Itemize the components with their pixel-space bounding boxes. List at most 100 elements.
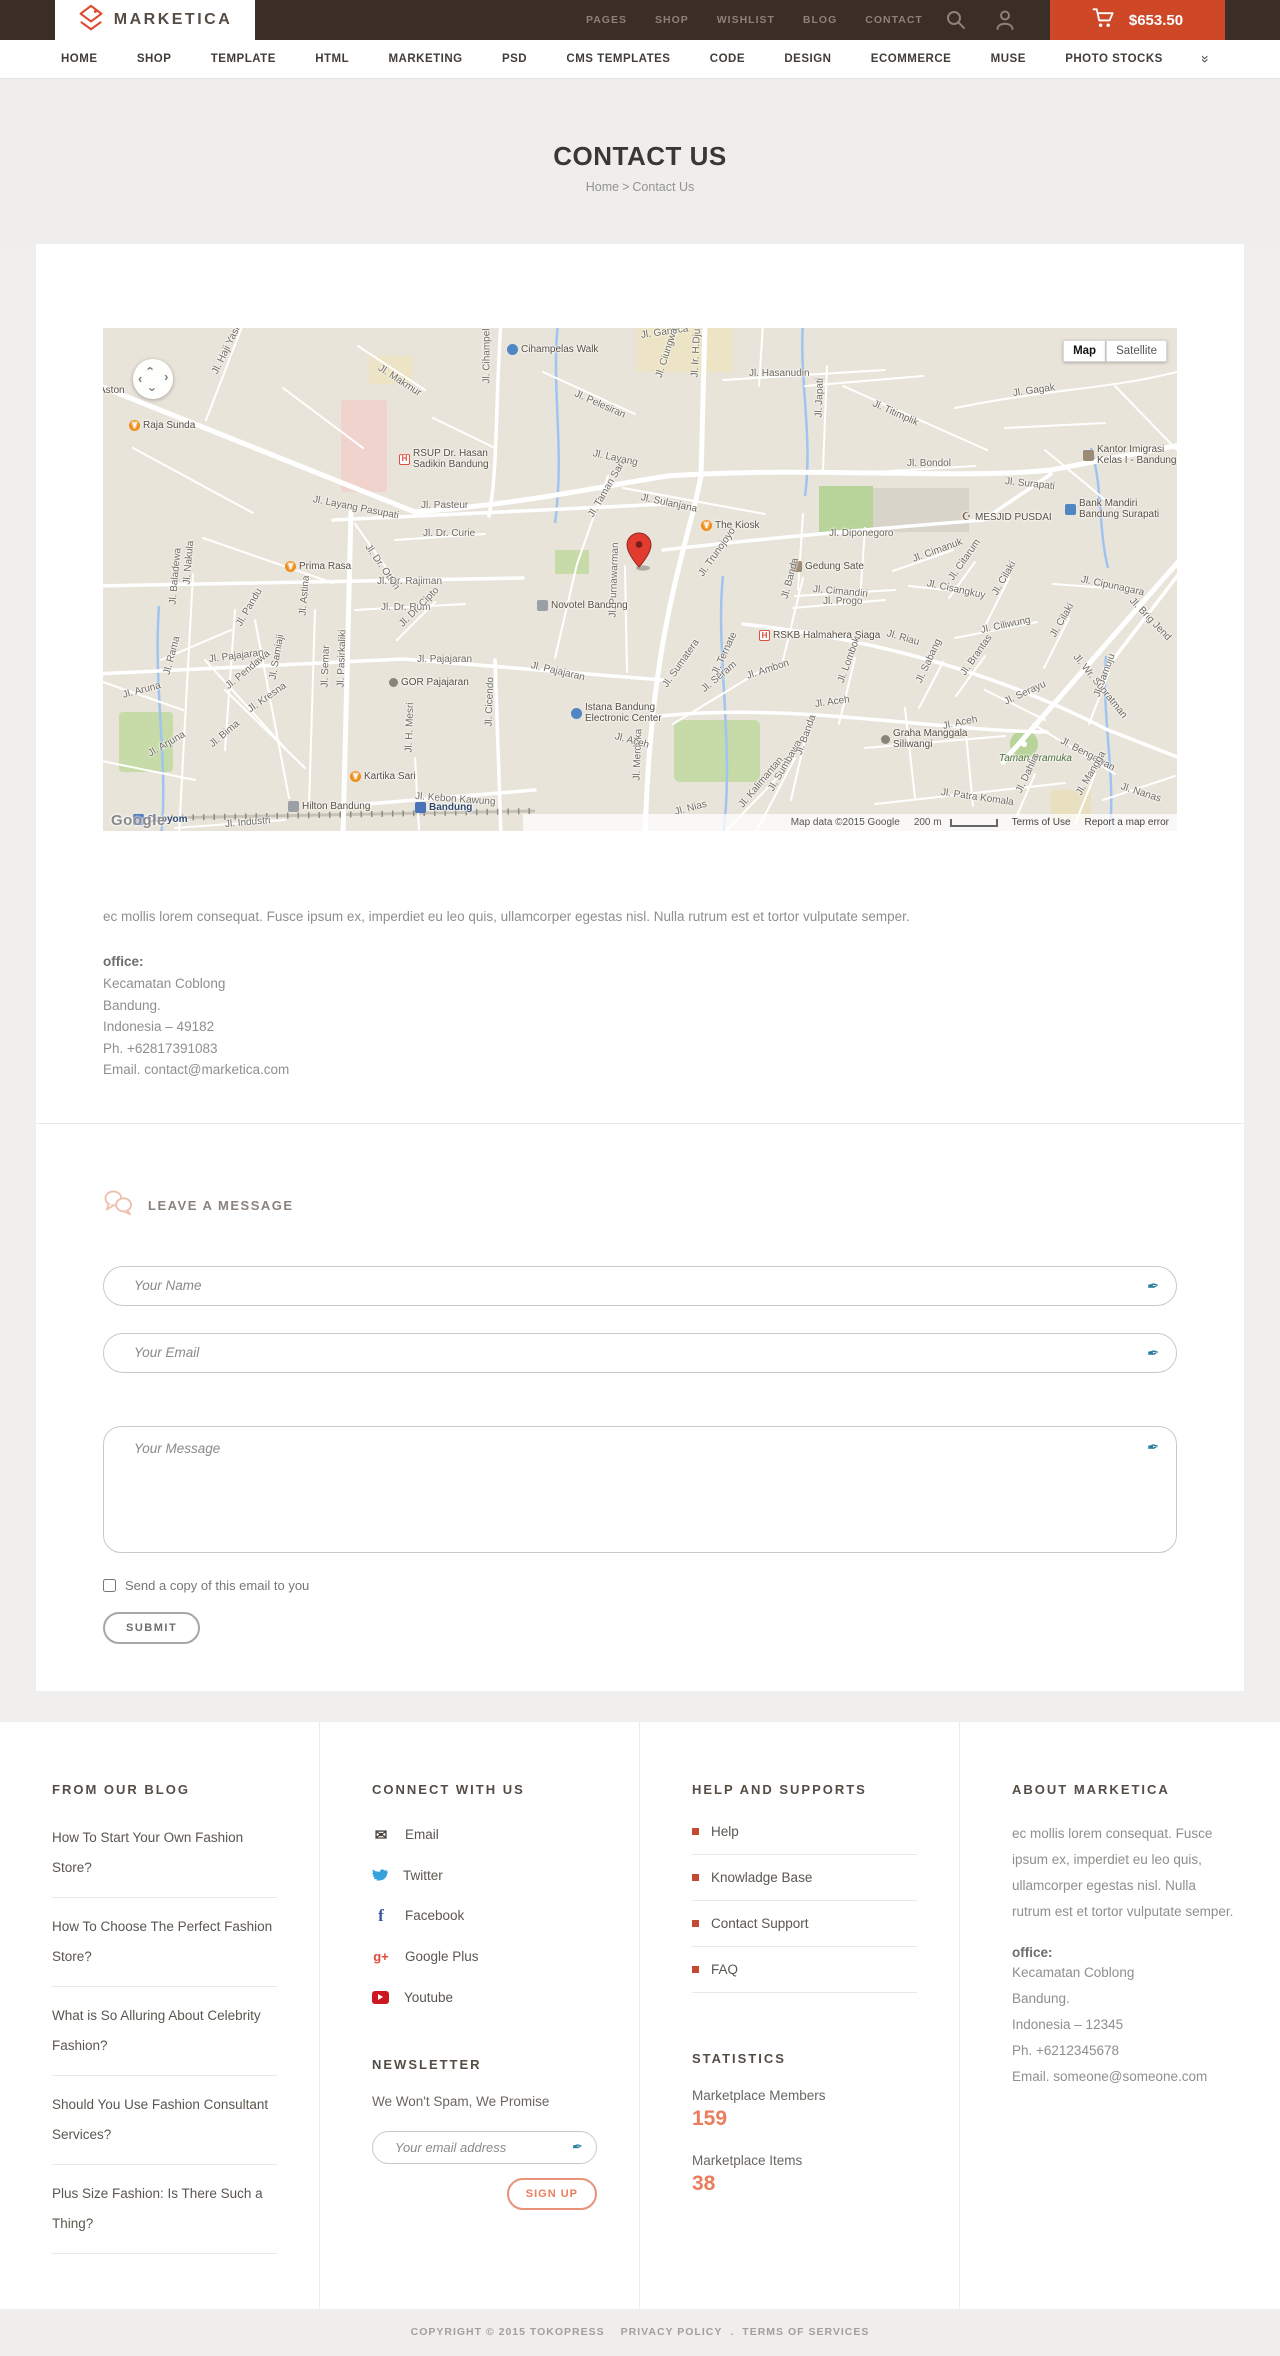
category-nav-item[interactable]: PHOTO STOCKS [1065,53,1163,65]
blog-post-link[interactable]: How To Start Your Own Fashion Store? [52,1809,277,1898]
category-nav-item[interactable]: HTML [315,53,349,65]
statistic-item: Marketplace Members 159 [692,2088,917,2131]
map-embed[interactable]: Aston Raja Sunda Cihampelas Walk Jl. Haji Y… [103,328,1177,831]
map-view-button[interactable]: Map [1063,340,1107,362]
send-copy-label[interactable]: Send a copy of this email to you [125,1578,309,1593]
category-nav-item[interactable]: CMS TEMPLATES [566,53,670,65]
logo[interactable]: MARKETICA [55,0,255,40]
category-nav-item[interactable]: HOME [61,53,98,65]
map-label: Kartika Sari [350,771,416,782]
map-pan-control[interactable]: ‹ ‹ ‹ ‹ [133,359,173,399]
map-label: Jl. Patra Komala [940,787,1015,809]
map-report-link[interactable]: Report a map error [1085,817,1169,828]
map-label: Jl. Surapati [1004,476,1056,493]
map-label: Jl. Banda [793,713,819,757]
terms-link[interactable]: TERMS OF SERVICES [742,2326,869,2338]
hospital-icon [399,453,410,465]
help-link[interactable]: Contact Support [692,1901,917,1947]
form-heading: LEAVE A MESSAGE [148,1197,294,1213]
map-label: Jl. Japati [813,377,826,418]
blog-post-link[interactable]: Plus Size Fashion: Is There Such a Thing… [52,2165,277,2254]
map-label: RSUP Dr. Hasan Sadikin Bandung [399,448,509,470]
cart-button[interactable]: $653.50 [1050,0,1225,40]
category-nav-item[interactable]: DESIGN [784,53,831,65]
header-nav: PAGES SHOP WISHLIST BLOG CONTACT [586,0,923,40]
social-link[interactable]: Facebook [372,1908,597,1924]
social-link[interactable]: Twitter [372,1868,597,1883]
signup-button[interactable]: SIGN UP [506,2177,597,2210]
name-input[interactable] [103,1265,1177,1306]
map-label: Jl. Nakula [181,540,197,585]
email-input[interactable] [103,1332,1177,1373]
help-link[interactable]: Knowladge Base [692,1855,917,1901]
header-nav-item[interactable]: BLOG [803,14,837,26]
email-icon [372,1827,390,1843]
social-link[interactable]: Google Plus [372,1949,597,1965]
map-label: Kantor Imigrasi Kelas I - Bandung [1083,444,1177,466]
pan-down-icon[interactable]: ‹ [144,387,159,391]
map-label: Jl. Astina [297,575,312,616]
map-label: Jl. Hasanudin [749,368,810,379]
header-nav-item[interactable]: SHOP [655,14,689,26]
blog-post-link[interactable]: Should You Use Fashion Consultant Servic… [52,2076,277,2165]
about-office-line: Email. someone@someone.com [1012,2068,1208,2084]
blog-list: How To Start Your Own Fashion Store? How … [52,1809,277,2254]
statistics-list: Marketplace Members 159 Marketplace Item… [692,2088,917,2196]
map-label: Jl. Brantas [958,632,995,678]
chat-bubbles-icon [103,1189,133,1221]
newsletter-email-input[interactable] [372,2130,597,2164]
pan-right-icon[interactable]: ‹ [164,371,168,386]
map-label: GOR Pajajaran [389,677,469,688]
statistic-label: Marketplace Items [692,2152,803,2168]
header-nav-item[interactable]: PAGES [586,14,627,26]
map-label: Raja Sunda [129,420,195,431]
map-label: Jl. Pandu [234,586,265,629]
category-nav-item[interactable]: CODE [710,53,745,65]
breadcrumb-separator: > [622,180,630,194]
help-link[interactable]: Help [692,1809,917,1855]
blog-post-link[interactable]: What is So Alluring About Celebrity Fash… [52,1987,277,2076]
breadcrumb: Home > Contact Us [0,180,1280,194]
museum-icon [1083,449,1094,461]
send-copy-checkbox[interactable] [103,1578,116,1592]
copyright-text: COPYRIGHT © 2015 TOKOPRESS [410,2326,605,2338]
pan-left-icon[interactable]: ‹ [138,372,142,385]
help-link[interactable]: FAQ [692,1947,917,1993]
breadcrumb-home[interactable]: Home [586,180,619,194]
map-marker-pin[interactable] [626,532,652,577]
submit-button[interactable]: SUBMIT [103,1611,201,1644]
restaurant-icon [129,420,140,431]
user-icon[interactable] [990,0,1020,40]
privacy-policy-link[interactable]: PRIVACY POLICY [621,2326,723,2338]
youtube-icon [372,1990,389,2004]
header-nav-item[interactable]: CONTACT [865,14,923,26]
map-terms-link[interactable]: Terms of Use [1012,817,1071,828]
footer-connect-heading: CONNECT WITH US [372,1781,525,1797]
social-link[interactable]: Email [372,1827,597,1843]
map-label: Jl. Aceh [814,694,851,710]
social-link[interactable]: Youtube [372,1990,597,2005]
map-label: Istana Bandung Electronic Center [571,702,691,724]
message-textarea[interactable] [103,1425,1177,1553]
blog-post-link[interactable]: How To Choose The Perfect Fashion Store? [52,1898,277,1987]
map-labels: Aston Raja Sunda Cihampelas Walk Jl. Haji Y… [103,328,1177,831]
header-nav-item[interactable]: WISHLIST [717,14,775,26]
category-nav-item[interactable]: ECOMMERCE [871,53,952,65]
pan-up-icon[interactable]: ‹ [144,366,159,370]
map-label: Cihampelas Walk [507,344,598,355]
category-nav-item[interactable]: MARKETING [388,53,462,65]
category-nav-item[interactable]: TEMPLATE [211,53,276,65]
about-office-lines: Kecamatan Coblong Bandung. Indonesia – 123… [1012,1960,1238,2090]
about-office-line: Bandung. [1012,1990,1070,2006]
office-line: Bandung. [103,997,161,1013]
search-icon[interactable] [941,0,971,40]
map-label: Jl. Kresna [245,680,289,716]
category-nav-item[interactable]: MUSE [991,53,1026,65]
category-nav-item[interactable]: SHOP [137,53,172,65]
map-label: MESJID PUSDAI [961,512,1052,523]
category-nav-item[interactable]: PSD [502,53,527,65]
bottom-bar: COPYRIGHT © 2015 TOKOPRESS PRIVACY POLIC… [0,2308,1280,2356]
chevron-down-icon[interactable]: » [1198,55,1214,63]
satellite-view-button[interactable]: Satellite [1106,340,1167,362]
map-label: Jl. Pasirkaliki [335,629,349,688]
